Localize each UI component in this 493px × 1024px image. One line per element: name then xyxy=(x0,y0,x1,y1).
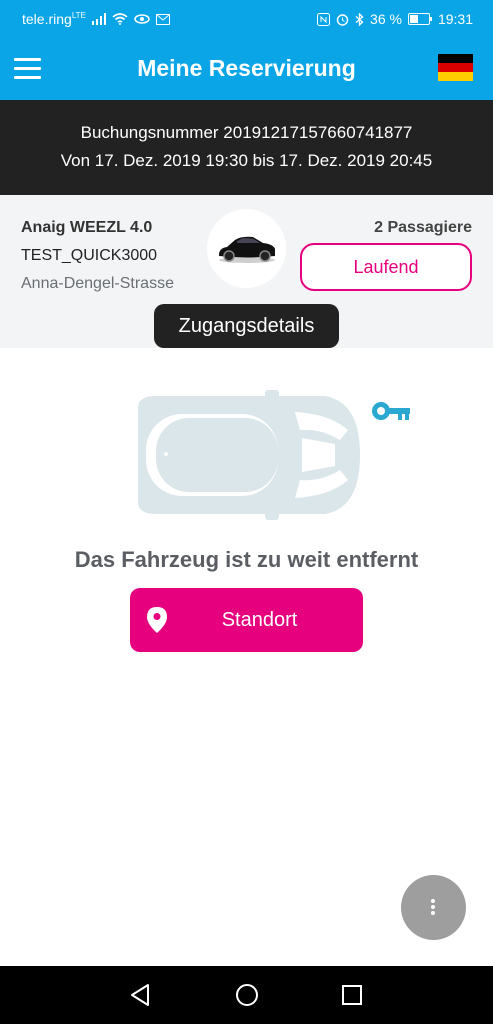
vehicle-plate: TEST_QUICK3000 xyxy=(21,247,158,264)
back-icon[interactable] xyxy=(128,982,154,1008)
distance-message: Das Fahrzeug ist zu weit entfernt xyxy=(74,547,419,572)
signal-icon xyxy=(91,13,106,25)
booking-number: Buchungsnummer 20191217157660741877 xyxy=(80,123,413,142)
vehicle-name: Anaig WEEZL 4.0 xyxy=(21,219,153,236)
vehicle-card: Anaig WEEZL 4.0 TEST_QUICK3000 Anna-Deng… xyxy=(0,195,493,348)
eye-icon xyxy=(134,14,150,24)
booking-period: Von 17. Dez. 2019 19:30 bis 17. Dez. 201… xyxy=(60,151,433,170)
mail-icon xyxy=(155,13,170,25)
battery-icon xyxy=(407,13,432,25)
battery-percent: 36 % xyxy=(370,11,402,27)
status-bar: tele.ring LTE 36 % 19:31 xyxy=(0,0,493,38)
location-button[interactable]: Standort xyxy=(130,588,363,652)
home-icon[interactable] xyxy=(234,982,260,1008)
recents-icon[interactable] xyxy=(339,982,365,1008)
vehicle-address: Anna-Dengel-Strasse xyxy=(21,275,174,292)
car-top-view-icon xyxy=(138,390,360,520)
access-details-label[interactable]: Zugangsdetails xyxy=(154,304,339,348)
status-button[interactable]: Laufend xyxy=(300,243,472,291)
page-title: Meine Reservierung xyxy=(137,55,356,81)
key-icon xyxy=(372,402,410,420)
germany-flag-icon[interactable] xyxy=(438,54,473,81)
alarm-icon xyxy=(336,13,349,26)
car-thumbnail xyxy=(207,209,286,288)
location-button-label: Standort xyxy=(221,609,298,631)
system-nav-bar xyxy=(0,966,493,1024)
booking-info: Buchungsnummer 20191217157660741877 Von … xyxy=(0,100,493,195)
wifi-icon xyxy=(112,13,128,25)
network-type: LTE xyxy=(71,10,86,20)
app-bar: Meine Reservierung xyxy=(0,38,493,100)
more-options-button[interactable] xyxy=(401,875,466,940)
passenger-count: 2 Passagiere xyxy=(374,219,472,236)
carrier-label: tele.ring xyxy=(22,11,72,27)
clock: 19:31 xyxy=(437,11,473,27)
car-icon xyxy=(219,236,275,263)
bluetooth-icon xyxy=(355,12,364,26)
nfc-icon xyxy=(317,12,331,26)
